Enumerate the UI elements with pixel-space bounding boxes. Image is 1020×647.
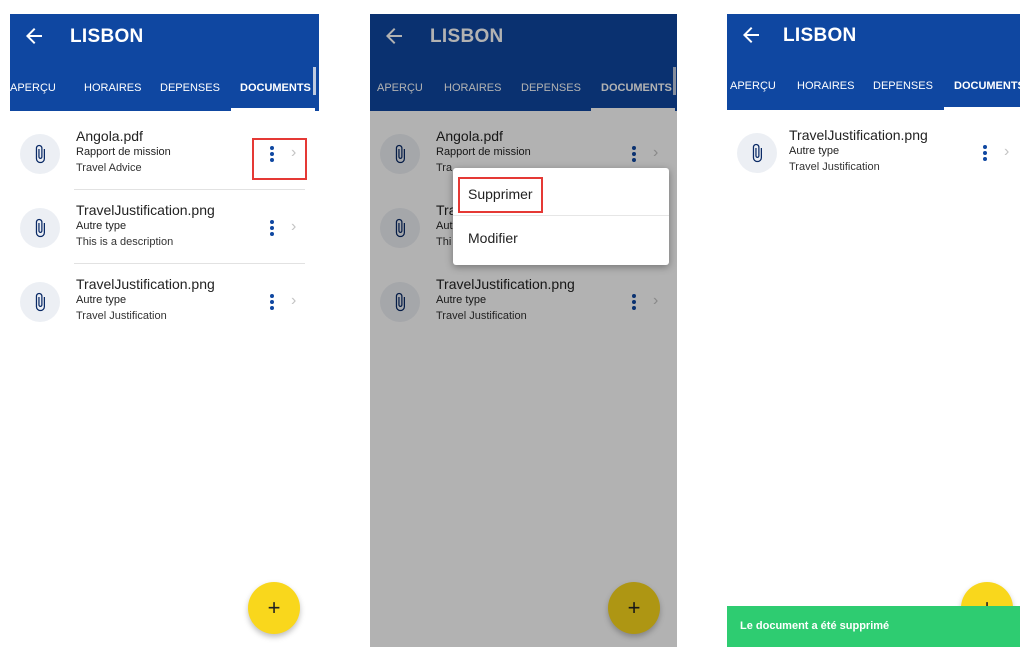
paperclip-icon xyxy=(35,292,45,312)
document-item[interactable]: TravelJustification.png Autre type Trave… xyxy=(727,115,1020,189)
screen-documents-list: LISBON APERÇU HORAIRES DEPENSES DOCUMENT… xyxy=(10,14,319,647)
chevron-right-icon[interactable]: › xyxy=(291,218,296,236)
paperclip-icon xyxy=(35,218,45,238)
tab-apercu[interactable]: APERÇU xyxy=(730,80,776,92)
file-avatar xyxy=(20,134,60,174)
tab-documents[interactable]: DOCUMENTS xyxy=(954,80,1020,92)
file-avatar xyxy=(20,282,60,322)
snackbar-notification: Le document a été supprimé xyxy=(727,606,1020,647)
tab-bar: APERÇU HORAIRES DEPENSES DOCUMENTS xyxy=(727,60,1020,110)
file-avatar xyxy=(20,208,60,248)
menu-divider xyxy=(453,215,669,216)
paperclip-icon xyxy=(752,143,762,163)
screen-document-menu: LISBON APERÇU HORAIRES DEPENSES DOCUMENT… xyxy=(370,14,677,647)
document-description: Travel Justification xyxy=(76,310,167,322)
back-arrow-icon[interactable] xyxy=(22,24,46,48)
document-name: Angola.pdf xyxy=(76,128,143,144)
highlight-box xyxy=(252,138,307,180)
more-vertical-icon[interactable] xyxy=(267,293,277,311)
active-tab-indicator xyxy=(944,107,1020,110)
tab-documents[interactable]: DOCUMENTS xyxy=(240,82,311,94)
document-description: Travel Advice xyxy=(76,162,142,174)
tab-horaires[interactable]: HORAIRES xyxy=(84,82,141,94)
document-description: Travel Justification xyxy=(789,161,880,173)
app-bar: LISBON xyxy=(10,14,319,61)
tabs-scrollbar[interactable] xyxy=(313,67,316,95)
tab-depenses[interactable]: DEPENSES xyxy=(160,82,220,94)
paperclip-icon xyxy=(35,144,45,164)
document-name: TravelJustification.png xyxy=(789,127,928,143)
active-tab-indicator xyxy=(231,108,315,111)
page-title: LISBON xyxy=(783,25,857,46)
document-type: Autre type xyxy=(789,145,840,157)
chevron-right-icon[interactable]: › xyxy=(291,292,296,310)
document-type: Autre type xyxy=(76,294,127,306)
snackbar-message: Le document a été supprimé xyxy=(740,620,890,632)
app-bar: LISBON xyxy=(727,14,1020,60)
menu-item-modifier[interactable]: Modifier xyxy=(468,230,518,246)
tab-depenses[interactable]: DEPENSES xyxy=(873,80,933,92)
document-item[interactable]: TravelJustification.png Autre type This … xyxy=(10,190,319,264)
document-description: This is a description xyxy=(76,236,174,248)
document-item[interactable]: TravelJustification.png Autre type Trave… xyxy=(10,264,319,338)
document-name: TravelJustification.png xyxy=(76,202,215,218)
highlight-box xyxy=(458,177,543,213)
screen-document-deleted: LISBON APERÇU HORAIRES DEPENSES DOCUMENT… xyxy=(727,14,1020,647)
back-arrow-icon[interactable] xyxy=(739,23,763,47)
tab-horaires[interactable]: HORAIRES xyxy=(797,80,854,92)
document-name: TravelJustification.png xyxy=(76,276,215,292)
tab-bar: APERÇU HORAIRES DEPENSES DOCUMENTS xyxy=(10,61,319,111)
document-type: Rapport de mission xyxy=(76,146,171,158)
chevron-right-icon[interactable]: › xyxy=(1004,143,1009,161)
menu-backdrop[interactable] xyxy=(370,14,677,647)
document-type: Autre type xyxy=(76,220,127,232)
more-vertical-icon[interactable] xyxy=(267,219,277,237)
page-title: LISBON xyxy=(70,26,144,47)
add-document-button[interactable]: + xyxy=(248,582,300,634)
tab-apercu[interactable]: APERÇU xyxy=(10,82,56,94)
more-vertical-icon[interactable] xyxy=(980,144,990,162)
file-avatar xyxy=(737,133,777,173)
